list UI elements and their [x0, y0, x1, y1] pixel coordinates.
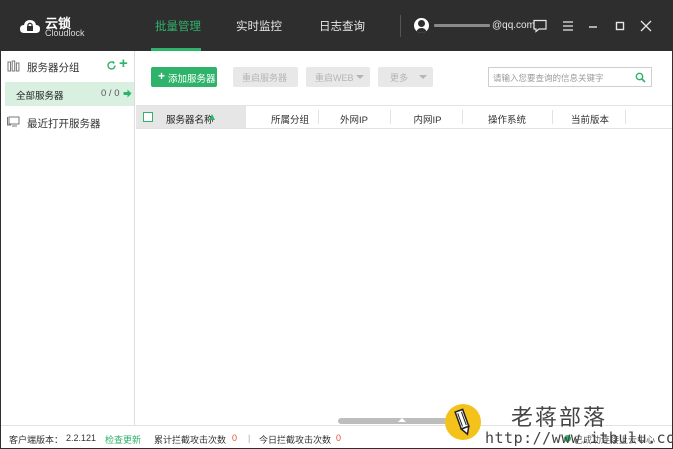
client-version-label: 客户端版本： — [9, 435, 64, 445]
server-table-header: 服务器名称 所属分组 外网IP 内网IP 操作系统 当前版本 — [136, 105, 672, 129]
monitor-icon — [7, 116, 20, 127]
watermark-url: http://www.itbulu.com — [485, 429, 673, 447]
titlebar-divider — [400, 15, 401, 37]
total-blocked-count: 0 — [232, 433, 238, 443]
message-icon[interactable] — [532, 18, 548, 34]
restart-web-label: 重启WEB — [315, 73, 354, 83]
recent-servers-label: 最近打开服务器 — [27, 118, 101, 130]
search-input[interactable]: 请输入您要查询的信息关键字 — [488, 67, 652, 87]
more-dropdown[interactable]: 更多 — [378, 67, 433, 87]
column-divider — [625, 110, 626, 124]
cloud-lock-icon — [20, 20, 40, 33]
column-os: 操作系统 — [487, 115, 526, 126]
total-blocked-label: 累计拦截攻击次数 — [154, 435, 227, 445]
select-all-checkbox[interactable] — [143, 112, 153, 122]
column-divider — [462, 110, 463, 124]
logo-english-text: Cloudlock — [45, 28, 85, 38]
sidebar-item-recent-servers[interactable]: 最近打开服务器 — [1, 111, 134, 133]
close-icon[interactable] — [638, 18, 654, 34]
column-version: 当前版本 — [570, 115, 609, 126]
plus-icon: + — [158, 69, 166, 83]
tab-log-query[interactable]: 日志查询 — [319, 18, 365, 34]
column-group: 所属分组 — [270, 115, 309, 126]
add-server-button[interactable]: + 添加服务器 — [151, 67, 217, 87]
restart-server-label: 重启服务器 — [242, 73, 288, 83]
column-private-ip: 内网IP — [413, 115, 442, 126]
today-blocked-count: 0 — [336, 433, 342, 443]
add-group-button[interactable]: + — [119, 56, 128, 72]
column-divider — [552, 110, 553, 124]
chevron-down-icon — [419, 75, 427, 79]
sidebar-item-all-servers[interactable]: 全部服务器 0 / 0 — [5, 82, 134, 106]
server-group-label: 服务器分组 — [27, 62, 80, 74]
tab-realtime-monitor[interactable]: 实时监控 — [236, 18, 282, 34]
user-email: @qq.com — [492, 20, 535, 31]
chevron-down-icon — [356, 75, 364, 79]
column-server-name[interactable]: 服务器名称 — [166, 112, 214, 126]
search-icon[interactable] — [635, 72, 646, 83]
status-separator: | — [248, 433, 251, 443]
client-version: 2.2.121 — [66, 433, 97, 443]
column-divider — [390, 110, 391, 124]
horizontal-scrollbar[interactable] — [338, 418, 448, 424]
column-public-ip: 外网IP — [340, 115, 368, 126]
maximize-icon[interactable] — [612, 18, 628, 34]
restart-server-button[interactable]: 重启服务器 — [233, 67, 298, 87]
masked-email-redaction — [434, 24, 490, 27]
pencil-badge-icon — [445, 404, 481, 440]
title-bar: 云锁 Cloudlock 批量管理 实时监控 日志查询 @qq.com — [1, 1, 672, 51]
tab-batch-management[interactable]: 批量管理 — [155, 18, 201, 34]
restart-web-dropdown[interactable]: 重启WEB — [306, 67, 370, 87]
arrow-right-icon[interactable] — [123, 88, 132, 99]
sidebar: 服务器分组 + 全部服务器 0 / 0 最近打开服务器 — [1, 51, 135, 425]
search-placeholder: 请输入您要查询的信息关键字 — [493, 73, 604, 83]
minimize-icon[interactable] — [585, 18, 601, 34]
check-update-link[interactable]: 检查更新 — [105, 433, 141, 446]
server-group-header: 服务器分组 + — [1, 51, 134, 81]
watermark-title: 老蒋部落 — [511, 406, 608, 431]
chevron-up-icon — [398, 418, 406, 422]
pencil-icon — [454, 408, 470, 436]
add-server-label: 添加服务器 — [168, 74, 216, 85]
menu-icon[interactable] — [560, 18, 576, 34]
server-group-icon — [7, 60, 20, 72]
app-logo: 云锁 Cloudlock — [19, 11, 129, 41]
active-tab-indicator — [151, 48, 201, 51]
all-servers-count: 0 / 0 — [101, 88, 120, 99]
column-divider — [318, 110, 319, 124]
sort-ascending-icon[interactable] — [209, 114, 215, 120]
all-servers-label: 全部服务器 — [16, 91, 64, 102]
user-avatar-icon — [414, 18, 429, 33]
name-column-header: 服务器名称 — [136, 106, 246, 128]
refresh-icon[interactable] — [106, 60, 117, 71]
app-window: 云锁 Cloudlock 批量管理 实时监控 日志查询 @qq.com 服务器分… — [0, 0, 673, 449]
today-blocked-label: 今日拦截攻击次数 — [259, 435, 332, 445]
more-label: 更多 — [390, 73, 409, 83]
